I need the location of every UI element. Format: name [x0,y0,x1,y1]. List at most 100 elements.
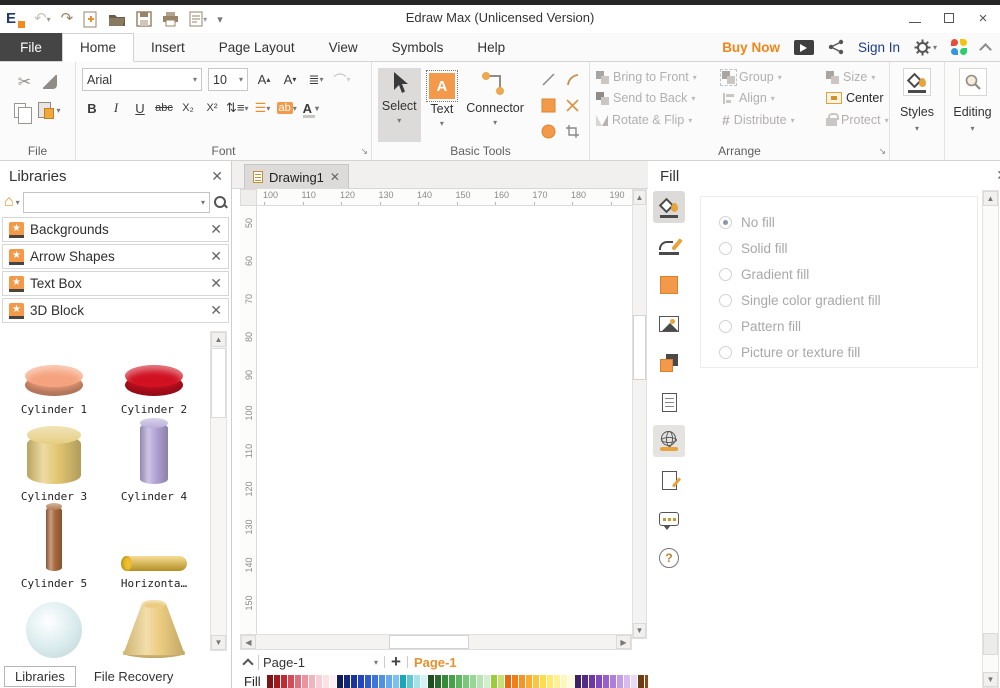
note-pen-icon[interactable] [653,464,685,496]
shape-cylinder-2[interactable]: Cylinder 2 [104,329,204,416]
color-swatch[interactable] [484,675,490,688]
library-search-input[interactable]: ▾ [23,192,210,213]
shape-cylinder-4[interactable]: Cylinder 4 [104,416,204,503]
color-swatch[interactable] [337,675,343,688]
color-swatch[interactable] [309,675,315,688]
tab-help[interactable]: Help [460,33,522,61]
help-icon[interactable]: ? [653,542,685,574]
option-pattern-fill[interactable]: Pattern fill [719,313,977,339]
minimize-button[interactable] [898,5,932,31]
color-swatch[interactable] [582,675,588,688]
copy-button[interactable] [14,102,26,118]
libraries-scrollbar[interactable]: ▲ ▼ [210,331,227,651]
send-to-back-button[interactable]: Send to Back▾ [596,91,722,105]
option-picture-texture-fill[interactable]: Picture or texture fill [719,339,977,365]
paste-button[interactable]: ▾ [38,102,60,118]
tab-home[interactable]: Home [62,33,134,62]
color-swatch[interactable] [498,675,504,688]
hyperlink-globe-icon[interactable] [653,425,685,457]
tab-libraries[interactable]: Libraries [4,666,76,687]
color-swatch[interactable] [351,675,357,688]
bring-to-front-button[interactable]: Bring to Front▾ [596,70,722,84]
shape-cylinder-5[interactable]: Cylinder 5 [4,503,104,590]
section-close-icon[interactable]: ✕ [210,302,222,319]
canvas-h-scrollbar[interactable]: ◀ ▶ [240,634,632,650]
new-document-button[interactable] [83,11,98,28]
option-gradient-fill[interactable]: Gradient fill [719,261,977,287]
color-swatch[interactable] [428,675,434,688]
tab-file-recovery[interactable]: File Recovery [84,667,183,686]
page-tab[interactable]: Page-1 ▾ [258,655,378,670]
scroll-right-icon[interactable]: ▶ [616,635,631,649]
scroll-up-icon[interactable]: ▲ [211,332,226,347]
color-swatch[interactable] [526,675,532,688]
line-tool-button[interactable] [537,67,559,91]
font-size-select[interactable]: 10▾ [208,68,248,91]
tab-page-layout[interactable]: Page Layout [202,33,312,61]
sign-in-link[interactable]: Sign In [858,40,900,55]
print-button[interactable] [162,11,179,27]
color-swatch[interactable] [330,675,336,688]
line-style-icon[interactable] [653,230,685,262]
libraries-close-icon[interactable]: ✕ [211,168,223,185]
color-swatch[interactable] [386,675,392,688]
print-preview-button[interactable]: ▾ [189,11,207,27]
increase-font-button[interactable]: A▴ [254,70,274,90]
cut-button[interactable]: ✂ [18,72,31,92]
option-no-fill[interactable]: No fill [719,209,977,235]
color-swatch[interactable] [603,675,609,688]
color-swatch[interactable] [274,675,280,688]
protect-button[interactable]: Protect▾ [826,112,889,128]
scrollbar-thumb[interactable] [211,348,226,418]
section-close-icon[interactable]: ✕ [210,221,222,238]
ellipse-tool-button[interactable] [537,119,559,143]
text-align-button[interactable]: ≣▾ [306,70,326,90]
undo-button[interactable]: ↶▾ [34,10,51,28]
color-swatch[interactable] [568,675,574,688]
color-swatch[interactable] [554,675,560,688]
decrease-font-button[interactable]: A▾ [280,70,300,90]
color-swatch[interactable] [596,675,602,688]
tab-symbols[interactable]: Symbols [375,33,461,61]
styles-button[interactable] [903,68,931,96]
color-swatch[interactable] [442,675,448,688]
color-swatch[interactable] [505,675,511,688]
underline-button[interactable]: U [130,98,150,118]
color-swatch[interactable] [540,675,546,688]
buy-now-link[interactable]: Buy Now [722,40,780,55]
fill-panel-scrollbar[interactable]: ▲ ▼ [982,190,999,688]
color-swatch[interactable] [575,675,581,688]
shape-cylinder-3[interactable]: Cylinder 3 [4,416,104,503]
color-swatch[interactable] [638,675,644,688]
format-painter-button[interactable] [43,72,57,92]
select-tool-button[interactable]: Select ▾ [378,68,421,142]
layers-icon[interactable] [653,347,685,379]
scroll-down-icon[interactable]: ▼ [633,623,646,638]
color-swatch[interactable] [561,675,567,688]
option-single-color-gradient-fill[interactable]: Single color gradient fill [719,287,977,313]
color-swatch[interactable] [624,675,630,688]
editing-button[interactable] [959,68,987,96]
picture-fill-icon[interactable] [653,308,685,340]
align-button[interactable]: Align▾ [722,91,826,105]
collapse-ribbon-icon[interactable] [979,43,992,56]
font-dialog-launcher-icon[interactable]: ↘ [360,146,368,157]
italic-button[interactable]: I [106,98,126,118]
color-swatch[interactable] [407,675,413,688]
library-section-3d-block[interactable]: ★ 3D Block ✕ [2,298,229,323]
strikethrough-button[interactable]: abc [154,98,174,118]
section-close-icon[interactable]: ✕ [210,248,222,265]
fill-panel-close-icon[interactable]: ✕ [996,167,1000,184]
color-swatch[interactable] [281,675,287,688]
redo-button[interactable]: ↷ [61,10,74,28]
center-button[interactable]: Center [826,91,889,105]
color-swatch[interactable] [288,675,294,688]
text-arc-button[interactable]: ⌒▾ [332,70,352,90]
scrollbar-thumb[interactable] [633,315,646,380]
font-family-select[interactable]: Arial▾ [82,68,202,91]
color-swatch[interactable] [316,675,322,688]
color-swatch[interactable] [414,675,420,688]
color-swatch[interactable] [435,675,441,688]
pagebar-collapse-icon[interactable] [242,658,253,669]
library-home-button[interactable]: ⌂▾ [4,193,20,211]
